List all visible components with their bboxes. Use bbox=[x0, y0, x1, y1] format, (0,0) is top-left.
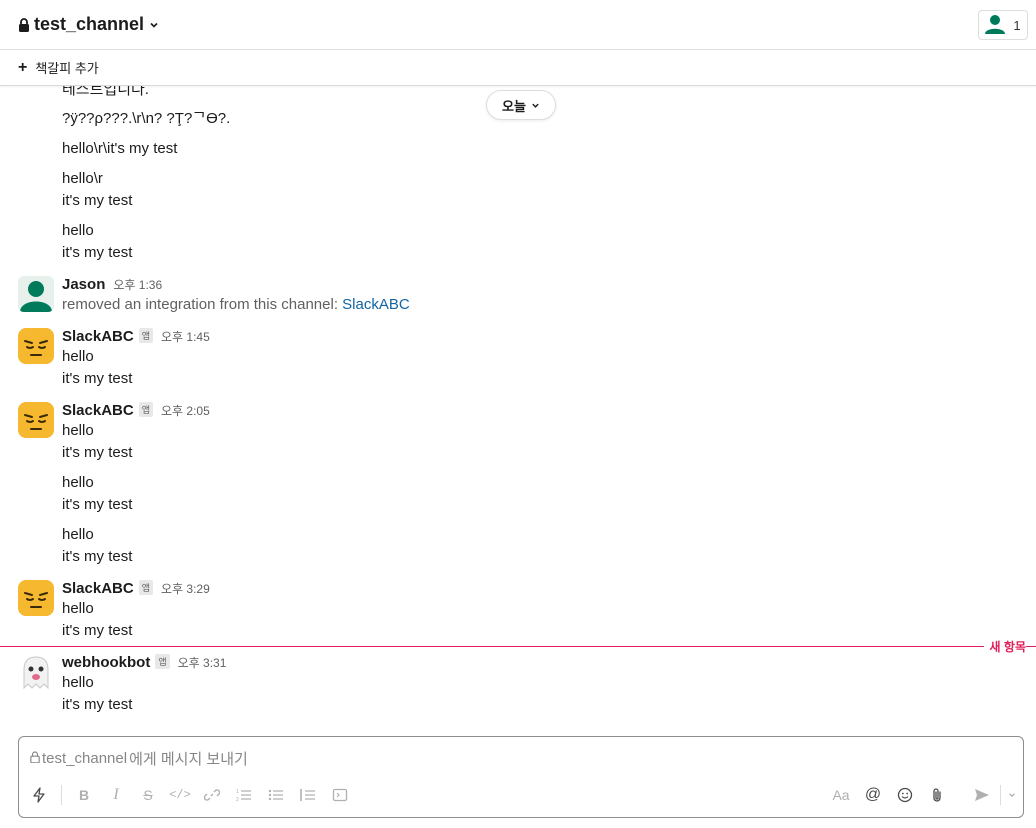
member-count: 1 bbox=[1013, 17, 1021, 33]
channel-header: test_channel 1 bbox=[0, 0, 1036, 50]
link-icon[interactable] bbox=[196, 781, 228, 809]
sender-name[interactable]: Jason bbox=[62, 276, 105, 293]
message-text: hello bbox=[62, 674, 94, 691]
sender-name[interactable]: SlackABC bbox=[62, 328, 134, 345]
send-icon[interactable] bbox=[966, 781, 998, 809]
message-text: hello bbox=[62, 600, 94, 617]
system-message-text: removed an integration from this channel… bbox=[62, 296, 343, 313]
message-text: hello bbox=[62, 422, 94, 439]
message-text: hello bbox=[62, 222, 94, 239]
app-badge: 앱 bbox=[155, 654, 170, 669]
user-icon bbox=[20, 281, 52, 312]
message-header: Jason 오후 1:36 bbox=[62, 276, 162, 293]
chevron-down-icon bbox=[531, 98, 540, 113]
pensive-face-avatar[interactable] bbox=[18, 580, 54, 616]
channel-title-button[interactable]: test_channel bbox=[18, 14, 159, 35]
date-label: 오늘 bbox=[502, 98, 526, 114]
message-text: ?ÿ??ρ???.\r\n? ?Ţ?ᄀϴ?. bbox=[62, 110, 231, 127]
ghost-avatar[interactable] bbox=[18, 654, 54, 690]
plus-icon[interactable]: + bbox=[18, 59, 27, 77]
message-text: hello\r\it's my test bbox=[62, 140, 178, 157]
attach-icon[interactable] bbox=[921, 781, 953, 809]
message-text: it's my test bbox=[62, 192, 133, 209]
chevron-down-icon[interactable] bbox=[1003, 781, 1021, 809]
toolbar-divider bbox=[1000, 785, 1001, 805]
pensive-face-icon bbox=[18, 328, 54, 364]
chevron-down-icon bbox=[149, 20, 159, 30]
new-messages-label: 새 항목 bbox=[983, 638, 1026, 655]
timestamp[interactable]: 오후 3:29 bbox=[161, 580, 210, 597]
timestamp[interactable]: 오후 2:05 bbox=[161, 402, 210, 419]
app-badge: 앱 bbox=[138, 328, 153, 343]
sender-name[interactable]: SlackABC bbox=[62, 402, 134, 419]
placeholder-channel: test_channel bbox=[42, 750, 128, 767]
format-toggle-button[interactable]: Aa bbox=[825, 781, 857, 809]
lightning-icon[interactable] bbox=[23, 781, 55, 809]
add-bookmark-button[interactable]: 책갈피 추가 bbox=[35, 58, 98, 77]
ordered-list-icon[interactable]: 12 bbox=[228, 781, 260, 809]
message-header: SlackABC 앱 오후 3:29 bbox=[62, 580, 210, 597]
integration-link[interactable]: SlackABC bbox=[342, 296, 410, 313]
composer-toolbar: B I S </> 12 Aa @ bbox=[19, 781, 1023, 809]
code-block-icon[interactable] bbox=[324, 781, 356, 809]
svg-text:1: 1 bbox=[236, 789, 239, 795]
timestamp[interactable]: 오후 3:31 bbox=[178, 654, 227, 671]
toolbar-gap bbox=[959, 785, 960, 805]
message-text: it's my test bbox=[62, 622, 133, 639]
pensive-face-icon bbox=[18, 580, 54, 616]
placeholder-text: 에게 메시지 보내기 bbox=[129, 751, 248, 768]
members-button[interactable]: 1 bbox=[978, 10, 1028, 40]
pensive-face-avatar[interactable] bbox=[18, 402, 54, 438]
message-header: SlackABC 앱 오후 1:45 bbox=[62, 328, 210, 345]
bookmark-bar: + 책갈피 추가 bbox=[0, 50, 1036, 86]
timestamp[interactable]: 오후 1:36 bbox=[113, 276, 162, 293]
sender-name[interactable]: SlackABC bbox=[62, 580, 134, 597]
message-text: it's my test bbox=[62, 444, 133, 461]
pensive-face-avatar[interactable] bbox=[18, 328, 54, 364]
message-text: 테스트입니다. bbox=[62, 86, 149, 98]
message-composer[interactable]: test_channel 에게 메시지 보내기 B I S </> 12 Aa @ bbox=[18, 736, 1024, 818]
message-text: it's my test bbox=[62, 370, 133, 387]
message-text: hello bbox=[62, 526, 94, 543]
strikethrough-icon[interactable]: S bbox=[132, 781, 164, 809]
app-badge: 앱 bbox=[138, 580, 153, 595]
new-messages-divider bbox=[0, 646, 1036, 647]
sender-name[interactable]: webhookbot bbox=[62, 654, 150, 671]
lock-icon bbox=[18, 17, 30, 32]
message-text: it's my test bbox=[62, 696, 133, 713]
channel-name: test_channel bbox=[34, 14, 145, 34]
message-text: hello bbox=[62, 348, 94, 365]
message-input[interactable]: test_channel 에게 메시지 보내기 bbox=[30, 748, 248, 769]
date-jump-button[interactable]: 오늘 bbox=[486, 90, 556, 120]
blockquote-icon[interactable] bbox=[292, 781, 324, 809]
ghost-icon bbox=[23, 656, 49, 690]
emoji-icon[interactable] bbox=[889, 781, 921, 809]
timestamp[interactable]: 오후 1:45 bbox=[161, 328, 210, 345]
bold-icon[interactable]: B bbox=[68, 781, 100, 809]
message-list[interactable]: 테스트입니다. ?ÿ??ρ???.\r\n? ?Ţ?ᄀϴ?. hello\r\i… bbox=[0, 86, 1036, 726]
svg-text:2: 2 bbox=[236, 797, 239, 802]
bullet-list-icon[interactable] bbox=[260, 781, 292, 809]
message-text: it's my test bbox=[62, 496, 133, 513]
avatar[interactable] bbox=[18, 276, 54, 312]
app-badge: 앱 bbox=[138, 402, 153, 417]
user-icon bbox=[985, 14, 1006, 37]
message-header: webhookbot 앱 오후 3:31 bbox=[62, 654, 226, 671]
toolbar-divider bbox=[61, 785, 62, 805]
message-text: hello\r bbox=[62, 170, 103, 187]
code-icon[interactable]: </> bbox=[164, 781, 196, 809]
lock-icon bbox=[30, 750, 40, 767]
system-message: removed an integration from this channel… bbox=[62, 294, 410, 316]
mention-icon[interactable]: @ bbox=[857, 781, 889, 809]
message-header: SlackABC 앱 오후 2:05 bbox=[62, 402, 210, 419]
pensive-face-icon bbox=[18, 402, 54, 438]
message-text: hello bbox=[62, 474, 94, 491]
message-text: it's my test bbox=[62, 244, 133, 261]
message-text: it's my test bbox=[62, 548, 133, 565]
italic-icon[interactable]: I bbox=[100, 781, 132, 809]
